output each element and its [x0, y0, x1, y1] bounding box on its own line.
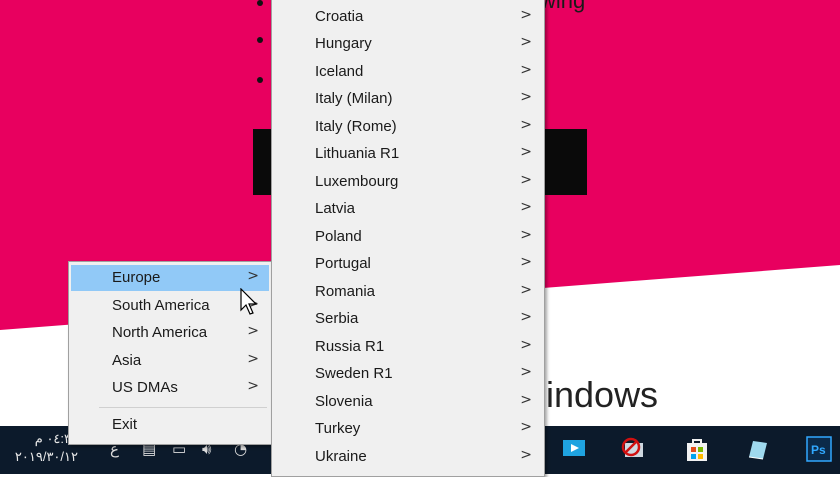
submenu-arrow-icon: >: [520, 309, 532, 325]
menu-item-label: Asia: [112, 352, 142, 369]
submenu-arrow-icon: >: [520, 364, 532, 380]
submenu-arrow-icon: >: [520, 419, 532, 435]
submenu-item-hungary[interactable]: Hungary >: [274, 31, 542, 57]
submenu-arrow-icon: >: [520, 282, 532, 298]
submenu-arrow-icon: >: [520, 254, 532, 270]
menu-item-exit[interactable]: Exit: [71, 412, 269, 438]
menu-item-us-dmas[interactable]: US DMAs >: [71, 375, 269, 401]
submenu-item-label: Iceland: [315, 63, 364, 80]
photoshop-icon[interactable]: Ps: [802, 432, 836, 466]
europe-submenu: Croatia > Hungary > Iceland > Italy (Milan)…: [271, 0, 545, 477]
submenu-arrow-icon: >: [520, 117, 532, 133]
submenu-item-label: Croatia: [315, 8, 364, 25]
submenu-arrow-icon: >: [247, 268, 259, 284]
submenu-item-label: Ukraine: [315, 448, 367, 465]
submenu-arrow-icon: >: [520, 62, 532, 78]
submenu-arrow-icon: >: [520, 447, 532, 463]
submenu-item-iceland[interactable]: Iceland >: [274, 59, 542, 85]
submenu-item-label: Sweden R1: [315, 365, 393, 382]
submenu-item-portugal[interactable]: Portugal >: [274, 251, 542, 277]
submenu-item-russia[interactable]: Russia R1 >: [274, 334, 542, 360]
submenu-item-lithuania[interactable]: Lithuania R1 >: [274, 141, 542, 167]
submenu-arrow-icon: >: [520, 227, 532, 243]
submenu-item-croatia[interactable]: Croatia >: [274, 4, 542, 30]
submenu-arrow-icon: >: [247, 351, 259, 367]
submenu-item-label: Turkey: [315, 420, 361, 437]
submenu-arrow-icon: >: [520, 337, 532, 353]
submenu-item-label: Lithuania R1: [315, 145, 400, 162]
section-heading: indows: [546, 374, 659, 415]
submenu-arrow-icon: >: [520, 392, 532, 408]
remote-app-icon[interactable]: [558, 432, 592, 466]
menu-separator: [99, 407, 267, 408]
bullet-dot: [257, 0, 263, 6]
hero-text-fragment: wing: [540, 0, 586, 13]
menu-item-north-america[interactable]: North America >: [71, 320, 269, 346]
submenu-item-italy-milan[interactable]: Italy (Milan) >: [274, 86, 542, 112]
submenu-item-serbia[interactable]: Serbia >: [274, 306, 542, 332]
submenu-arrow-icon: >: [520, 34, 532, 50]
blocked-app-icon[interactable]: [616, 432, 650, 466]
menu-item-label: US DMAs: [112, 379, 178, 396]
submenu-arrow-icon: >: [247, 378, 259, 394]
menu-item-asia[interactable]: Asia >: [71, 348, 269, 374]
svg-text:Ps: Ps: [811, 443, 826, 457]
menu-item-label: Exit: [112, 416, 138, 433]
submenu-item-label: Slovenia: [315, 393, 373, 410]
submenu-item-ukraine[interactable]: Ukraine >: [274, 444, 542, 470]
submenu-item-label: Russia R1: [315, 338, 385, 355]
mouse-cursor-icon: [240, 288, 258, 315]
submenu-item-italy-rome[interactable]: Italy (Rome) >: [274, 114, 542, 140]
submenu-arrow-icon: >: [520, 89, 532, 105]
submenu-item-label: Serbia: [315, 310, 359, 327]
submenu-item-label: Italy (Milan): [315, 90, 393, 107]
submenu-arrow-icon: >: [520, 144, 532, 160]
bullet-dot: [257, 37, 263, 43]
submenu-item-slovenia[interactable]: Slovenia >: [274, 389, 542, 415]
bullet-dot: [257, 77, 263, 83]
submenu-arrow-icon: >: [247, 323, 259, 339]
submenu-item-turkey[interactable]: Turkey >: [274, 416, 542, 442]
notes-app-icon[interactable]: [740, 432, 774, 466]
submenu-item-label: Portugal: [315, 255, 371, 272]
submenu-item-sweden[interactable]: Sweden R1 >: [274, 361, 542, 387]
submenu-item-label: Luxembourg: [315, 173, 399, 190]
clock-date: ٢٠١٩/٣٠/١٢: [14, 449, 78, 464]
submenu-arrow-icon: >: [520, 7, 532, 23]
menu-item-label: South America: [112, 297, 210, 314]
submenu-item-romania[interactable]: Romania >: [274, 279, 542, 305]
store-icon[interactable]: [680, 432, 714, 466]
submenu-item-label: Romania: [315, 283, 376, 300]
menu-item-label: Europe: [112, 269, 161, 286]
submenu-item-latvia[interactable]: Latvia >: [274, 196, 542, 222]
submenu-item-label: Poland: [315, 228, 362, 245]
submenu-item-label: Italy (Rome): [315, 118, 397, 135]
menu-item-label: North America: [112, 324, 208, 341]
submenu-item-label: Hungary: [315, 35, 372, 52]
submenu-item-label: Latvia: [315, 200, 356, 217]
submenu-item-luxembourg[interactable]: Luxembourg >: [274, 169, 542, 195]
submenu-arrow-icon: >: [520, 172, 532, 188]
submenu-arrow-icon: >: [520, 199, 532, 215]
submenu-item-poland[interactable]: Poland >: [274, 224, 542, 250]
